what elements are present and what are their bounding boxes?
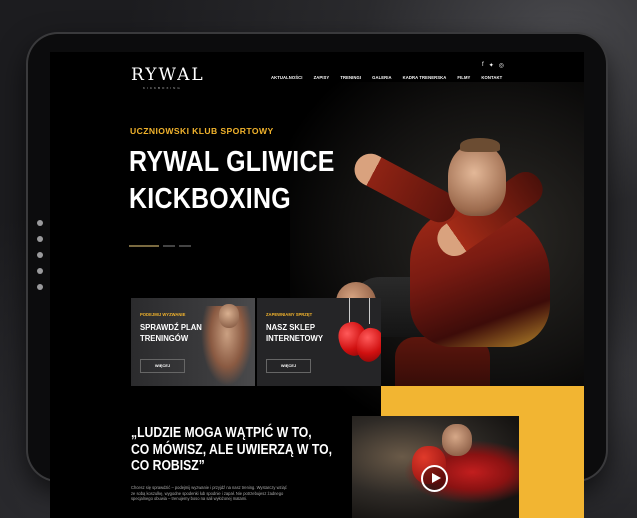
video-thumbnail[interactable]: [352, 416, 519, 518]
quote: „LUDZIE MOGA WĄTPIĆ W TO, CO MÓWISZ, ALE…: [131, 425, 332, 475]
promo-card-training-plan[interactable]: PODEJMIJ WYZWANIE SPRAWDŹ PLAN TRENINGÓW…: [131, 298, 255, 386]
intro-paragraph: Chcesz się sprawdzić – podejmij wyzwanie…: [131, 485, 287, 502]
more-button[interactable]: WIĘCEJ: [266, 359, 311, 373]
glove-lace: [349, 298, 350, 324]
card-title-line1: SPRAWDŹ PLAN: [140, 322, 202, 332]
twitter-icon[interactable]: ✦: [489, 62, 494, 69]
fighter-hair: [460, 138, 500, 152]
card-title-line2: INTERNETOWY: [266, 333, 324, 343]
nav-item-treningi[interactable]: TRENINGI: [340, 75, 361, 80]
nav-item-galeria[interactable]: GALERIA: [372, 75, 392, 80]
tablet-bezel-dots: [37, 220, 45, 300]
card-title-line1: NASZ SKLEP: [266, 322, 315, 332]
social-links: f ✦ ◎: [482, 62, 504, 69]
hero-title-line2: KICKBOXING: [129, 183, 291, 215]
facebook-icon[interactable]: f: [482, 62, 484, 69]
instagram-icon[interactable]: ◎: [499, 62, 504, 69]
nav-item-filmy[interactable]: FILMY: [457, 75, 470, 80]
fighter-head: [448, 144, 506, 216]
glove-lace: [369, 298, 370, 324]
boxer-head: [219, 304, 239, 328]
video-fighter-head: [442, 424, 472, 456]
logo-subtext: KICKBOXING: [143, 86, 182, 90]
card-eyebrow: PODEJMIJ WYZWANIE: [140, 312, 186, 317]
nav-item-zapisy[interactable]: ZAPISY: [314, 75, 330, 80]
more-button[interactable]: WIĘCEJ: [140, 359, 185, 373]
nav-item-kontakt[interactable]: KONTAKT: [481, 75, 502, 80]
quote-line1: „LUDZIE MOGA WĄTPIĆ W TO,: [131, 425, 312, 441]
slider-dot[interactable]: [129, 245, 159, 247]
play-icon[interactable]: [421, 465, 448, 492]
slider-indicators: [129, 245, 191, 247]
card-eyebrow: ZAPEWNIAMY SPRZĘT: [266, 312, 313, 317]
hero-title-line1: RYWAL GLIWICE: [129, 146, 335, 178]
hero-title: RYWAL GLIWICE KICKBOXING: [129, 144, 335, 218]
quote-line2: CO MÓWISZ, ALE UWIERZĄ W TO,: [131, 441, 332, 458]
card-title: SPRAWDŹ PLAN TRENINGÓW: [140, 322, 202, 344]
site-logo[interactable]: RYWAL KICKBOXING: [131, 65, 205, 90]
quote-line3: CO ROBISZ”: [131, 458, 205, 474]
card-title-line2: TRENINGÓW: [140, 333, 189, 343]
nav-item-aktualnosci[interactable]: AKTUALNOŚCI: [271, 75, 303, 80]
slider-dot[interactable]: [179, 245, 191, 247]
main-nav: AKTUALNOŚCI ZAPISY TRENINGI GALERIA KADR…: [271, 75, 502, 80]
card-title: NASZ SKLEP INTERNETOWY: [266, 322, 323, 344]
logo-text: RYWAL: [131, 65, 205, 85]
promo-card-shop[interactable]: ZAPEWNIAMY SPRZĘT NASZ SKLEP INTERNETOWY…: [257, 298, 381, 386]
nav-item-kadra-trenerska[interactable]: KADRA TRENERSKA: [403, 75, 447, 80]
website-screen: RYWAL KICKBOXING f ✦ ◎ AKTUALNOŚCI ZAPIS…: [50, 52, 584, 518]
hero-eyebrow: UCZNIOWSKI KLUB SPORTOWY: [130, 126, 274, 136]
slider-dot[interactable]: [163, 245, 175, 247]
